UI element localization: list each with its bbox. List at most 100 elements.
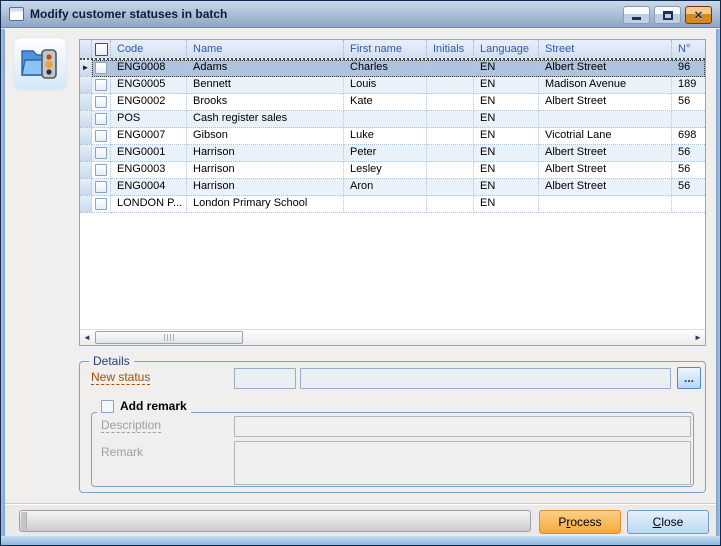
cell-name: London Primary School xyxy=(187,196,344,213)
scrollbar-grip-icon xyxy=(163,334,175,341)
progress-bar-cap xyxy=(21,512,27,530)
column-header-number[interactable]: N° xyxy=(672,40,705,58)
checkbox-icon xyxy=(95,62,107,74)
column-header-initials[interactable]: Initials xyxy=(427,40,474,58)
cell-language: EN xyxy=(474,179,539,196)
maximize-icon xyxy=(662,10,673,20)
checkbox-icon xyxy=(95,198,107,210)
row-selector-cell[interactable] xyxy=(80,77,92,94)
process-button[interactable]: Process xyxy=(539,510,621,534)
minimize-icon xyxy=(632,17,641,20)
row-checkbox[interactable] xyxy=(92,128,111,145)
cell-language: EN xyxy=(474,128,539,145)
row-checkbox[interactable] xyxy=(92,162,111,179)
row-selector-cell[interactable] xyxy=(80,162,92,179)
add-remark-checkbox[interactable]: Add remark xyxy=(97,399,191,413)
horizontal-scrollbar[interactable]: ◄ ► xyxy=(80,329,705,345)
add-remark-label: Add remark xyxy=(120,399,187,413)
row-selector-cell[interactable] xyxy=(80,179,92,196)
description-label: Description xyxy=(101,418,162,433)
row-checkbox[interactable] xyxy=(92,60,111,77)
cell-first_name: Lesley xyxy=(344,162,427,179)
header-selector-cell xyxy=(80,40,92,58)
row-selector-cell[interactable] xyxy=(80,145,92,162)
table-row[interactable]: POS Cash register sales EN xyxy=(80,111,705,128)
details-group-label: Details xyxy=(89,354,134,368)
table-row[interactable]: ENG0003 Harrison Lesley EN Albert Street 56 xyxy=(80,162,705,179)
cell-street: Albert Street xyxy=(539,94,672,111)
cell-initials xyxy=(427,162,474,179)
window-frame-bottom xyxy=(1,536,720,545)
close-window-button[interactable]: ✕ xyxy=(685,6,712,24)
cell-initials xyxy=(427,111,474,128)
row-checkbox[interactable] xyxy=(92,77,111,94)
window-controls: ✕ xyxy=(623,6,712,24)
cell-name: Harrison xyxy=(187,145,344,162)
cell-name: Adams xyxy=(187,60,344,77)
cell-code: POS xyxy=(111,111,187,128)
column-header-code[interactable]: Code xyxy=(111,40,187,58)
description-input[interactable] xyxy=(234,416,691,437)
scroll-right-arrow-icon[interactable]: ► xyxy=(691,333,705,342)
minimize-button[interactable] xyxy=(623,6,650,24)
cell-nr: 56 xyxy=(672,94,705,111)
cell-first_name xyxy=(344,111,427,128)
window-form-icon xyxy=(9,7,24,21)
row-selector-cell[interactable] xyxy=(80,111,92,128)
table-row[interactable]: ENG0002 Brooks Kate EN Albert Street 56 xyxy=(80,94,705,111)
cell-code: ENG0008 xyxy=(111,60,187,77)
checkbox-icon xyxy=(95,79,107,91)
cell-code: ENG0003 xyxy=(111,162,187,179)
cell-name: Cash register sales xyxy=(187,111,344,128)
titlebar[interactable]: Modify customer statuses in batch ✕ xyxy=(1,1,720,28)
cell-language: EN xyxy=(474,145,539,162)
new-status-code-input[interactable] xyxy=(234,368,296,389)
cell-language: EN xyxy=(474,196,539,213)
row-selector-cell[interactable] xyxy=(80,196,92,213)
row-selector-cell[interactable] xyxy=(80,94,92,111)
row-checkbox[interactable] xyxy=(92,111,111,128)
column-header-language[interactable]: Language xyxy=(474,40,539,58)
table-row[interactable]: ENG0005 Bennett Louis EN Madison Avenue 189 xyxy=(80,77,705,94)
cell-code: ENG0007 xyxy=(111,128,187,145)
row-selector-cell[interactable]: ► xyxy=(80,60,92,77)
close-action-button[interactable]: Close xyxy=(627,510,709,534)
cell-language: EN xyxy=(474,60,539,77)
table-row[interactable]: ENG0007 Gibson Luke EN Vicotrial Lane 698 xyxy=(80,128,705,145)
cell-initials xyxy=(427,94,474,111)
customer-grid: Code Name First name Initials Language S… xyxy=(79,39,706,346)
scrollbar-thumb[interactable] xyxy=(95,331,243,344)
column-header-name[interactable]: Name xyxy=(187,40,344,58)
table-row[interactable]: LONDON P... London Primary School EN xyxy=(80,196,705,213)
cell-first_name: Louis xyxy=(344,77,427,94)
browse-status-button[interactable]: ... xyxy=(677,367,701,389)
column-header-first-name[interactable]: First name xyxy=(344,40,427,58)
table-row[interactable]: ENG0004 Harrison Aron EN Albert Street 56 xyxy=(80,179,705,196)
cell-initials xyxy=(427,145,474,162)
remark-input[interactable] xyxy=(234,441,691,485)
checkbox-icon xyxy=(95,130,107,142)
dialog-window: Modify customer statuses in batch ✕ Code… xyxy=(0,0,721,546)
row-checkbox[interactable] xyxy=(92,179,111,196)
column-header-street[interactable]: Street xyxy=(539,40,672,58)
new-status-label[interactable]: New status xyxy=(91,370,151,385)
cell-name: Bennett xyxy=(187,77,344,94)
row-checkbox[interactable] xyxy=(92,94,111,111)
select-all-checkbox[interactable] xyxy=(92,40,111,58)
remark-label: Remark xyxy=(101,445,144,459)
close-icon: ✕ xyxy=(693,9,704,22)
row-checkbox[interactable] xyxy=(92,196,111,213)
table-row[interactable]: ENG0001 Harrison Peter EN Albert Street 56 xyxy=(80,145,705,162)
window-frame-left xyxy=(1,29,5,544)
cell-nr: 96 xyxy=(672,60,705,77)
cell-code: ENG0001 xyxy=(111,145,187,162)
maximize-button[interactable] xyxy=(654,6,681,24)
cell-initials xyxy=(427,196,474,213)
row-checkbox[interactable] xyxy=(92,145,111,162)
table-row[interactable]: ► ENG0008 Adams Charles EN Albert Street 96 xyxy=(80,60,705,77)
new-status-name-input[interactable] xyxy=(300,368,671,389)
cell-nr: 56 xyxy=(672,162,705,179)
row-selector-cell[interactable] xyxy=(80,128,92,145)
cell-first_name: Peter xyxy=(344,145,427,162)
scroll-left-arrow-icon[interactable]: ◄ xyxy=(80,333,94,342)
